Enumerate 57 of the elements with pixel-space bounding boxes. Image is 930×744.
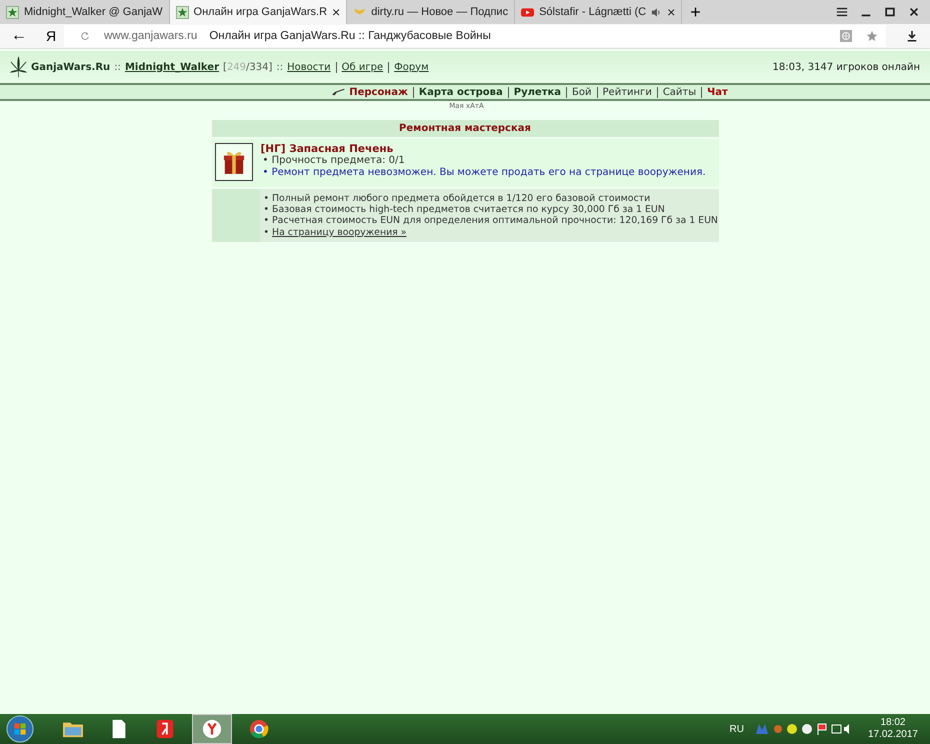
separator-text: :: (114, 62, 121, 72)
item-detail: • Прочность предмета: 0/1 (262, 155, 406, 166)
level-stats: [249/334] (223, 62, 272, 72)
tab-title: Онлайн игра GanjaWars.R (194, 6, 328, 18)
nav-link[interactable]: Рейтинги (602, 86, 652, 98)
back-button[interactable]: ← (0, 27, 38, 45)
online-status: 18:03, 3147 игроков онлайн (772, 62, 920, 72)
header-link[interactable]: Новости (287, 62, 331, 72)
language-indicator[interactable]: RU (729, 724, 744, 734)
item-detail: • Ремонт предмета невозможен. Вы можете продать его на странице вооружения. (262, 166, 706, 178)
header-link[interactable]: Форум (394, 62, 429, 72)
reload-icon[interactable] (80, 31, 90, 41)
clock-date: 17.02.2017 (868, 729, 918, 741)
browser-icon (201, 719, 223, 739)
workshop-title: Ремонтная мастерская (212, 120, 718, 137)
maximize-icon[interactable] (884, 6, 896, 18)
rifle-icon (332, 88, 346, 96)
item-name: [НГ] Запасная Печень (260, 143, 394, 155)
start-button[interactable] (6, 715, 34, 743)
menu-icon[interactable] (836, 6, 848, 18)
nav-link[interactable]: Бой (572, 86, 592, 98)
nav-link[interactable]: Карта острова (418, 86, 503, 98)
username-link[interactable]: Midnight_Walker (124, 62, 220, 72)
tab-title: Sólstafir - Lágnætti (С (539, 6, 646, 18)
close-tab-button[interactable]: × (332, 4, 340, 20)
taskbar-app[interactable] (192, 714, 232, 744)
gift-icon (222, 149, 244, 175)
star-icon[interactable] (866, 30, 878, 42)
address-field[interactable]: www.ganjawars.ru Онлайн игра GanjaWars.Ru :: Ганджубасовые Войны (64, 25, 886, 47)
separator-text: :: (276, 62, 284, 72)
header-link[interactable]: Об игре (342, 62, 384, 72)
page-title: Онлайн игра GanjaWars.Ru :: Ганджубасовые Войны (209, 30, 491, 42)
info-note: • Базовая стоимость high-tech предметов считается по курсу 30,000 Гб за 1 EUN (264, 204, 666, 216)
tab-title: Midnight_Walker @ GanjaW (24, 6, 163, 18)
yandex-button[interactable]: Я (38, 28, 64, 44)
clock-time: 18:02 (880, 717, 906, 729)
nav-link[interactable]: Персонаж (349, 86, 408, 98)
info-note: • Расчетная стоимость EUN для определения оптимальной прочности: 120,169 Гб за 1 EUN (264, 215, 718, 227)
tab-title: dirty.ru — Новое — Подпис (371, 6, 508, 18)
speaker-icon[interactable] (651, 6, 662, 18)
leaf-icon (10, 54, 27, 80)
nav-link[interactable]: Сайты (662, 86, 696, 98)
bullet-text: • (264, 226, 270, 238)
close-tab-button[interactable]: × (667, 4, 676, 20)
browser-tab[interactable]: Онлайн игра GanjaWars.R × (170, 0, 348, 24)
chrome-icon (248, 719, 270, 739)
download-icon[interactable] (906, 30, 918, 42)
weapons-page-link[interactable]: На страницу вооружения » (272, 226, 407, 238)
new-tab-button[interactable]: + (682, 0, 709, 24)
nav-link[interactable]: Рулетка (514, 86, 562, 98)
close-icon[interactable] (908, 6, 920, 18)
nav-link[interactable]: Чат (707, 86, 728, 98)
site-name: GanjaWars.Ru (31, 62, 110, 72)
app-logo-icon (154, 719, 176, 739)
info-note: • Полный ремонт любого предмета обойдется в 1/120 его базовой стоимости (264, 193, 652, 204)
url-text: www.ganjawars.ru (104, 30, 198, 42)
tray-icons-drawing[interactable] (756, 722, 852, 736)
